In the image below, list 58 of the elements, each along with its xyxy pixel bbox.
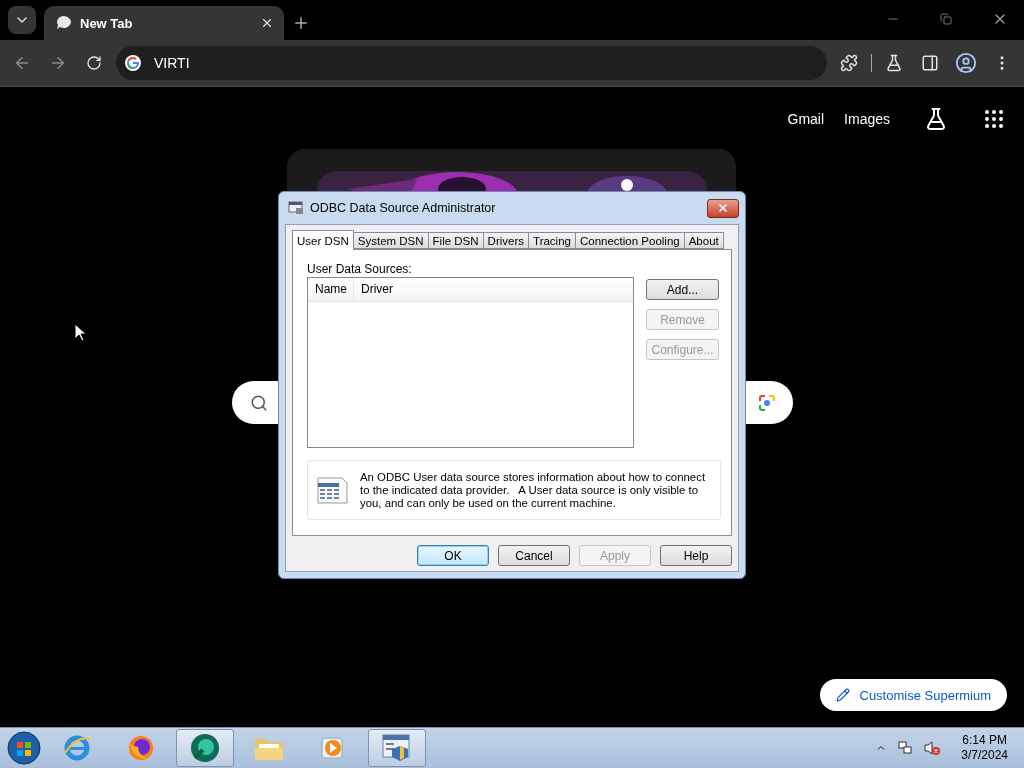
table-document-icon: [317, 475, 348, 505]
start-orb-icon[interactable]: [6, 730, 42, 766]
info-text: An ODBC User data source stores information about how to connect to the indicated data provider. A User data source is only visible to you, and can only be used on the current machine.: [360, 470, 707, 510]
clock-date: 3/7/2024: [961, 748, 1008, 763]
search-icon: [250, 393, 268, 412]
dialog-button[interactable]: Cancel: [498, 545, 570, 566]
dialog-tab[interactable]: User DSN: [292, 230, 354, 250]
back-icon[interactable]: [13, 54, 31, 72]
browser-tab[interactable]: New Tab: [44, 6, 284, 40]
dialog-tab[interactable]: Tracing: [528, 232, 576, 249]
dialog-tab[interactable]: Drivers: [482, 232, 530, 249]
close-icon: [717, 202, 729, 214]
column-header[interactable]: Driver: [354, 278, 633, 301]
close-tab-icon[interactable]: [260, 16, 274, 30]
profile-icon[interactable]: [955, 52, 977, 74]
address-text: VIRTI: [154, 55, 190, 71]
reload-icon[interactable]: [86, 55, 102, 71]
fox-globe-icon: [126, 733, 156, 763]
side-panel-icon[interactable]: [921, 54, 939, 72]
restore-icon[interactable]: [940, 13, 952, 25]
tab-search-button[interactable]: [8, 6, 36, 34]
dialog-title: ODBC Data Source Administrator: [310, 201, 497, 215]
pencil-icon: [835, 688, 850, 702]
header-link[interactable]: Images: [844, 111, 890, 127]
column-header[interactable]: Name: [308, 278, 354, 301]
header-link[interactable]: Gmail: [787, 111, 825, 127]
browser-e-icon: [62, 733, 92, 763]
tab-title: New Tab: [80, 15, 134, 31]
chat-bubble-icon: [56, 15, 72, 31]
dialog-tab[interactable]: Connection Pooling: [574, 232, 685, 249]
data-source-list[interactable]: Name Driver: [307, 277, 634, 448]
customise-button[interactable]: Customise Supermium: [819, 679, 1007, 711]
clock-time: 6:14 PM: [962, 733, 1007, 748]
extensions-icon[interactable]: [840, 54, 858, 72]
group-label: User Data Sources:: [307, 262, 413, 276]
flask-icon[interactable]: [885, 54, 903, 72]
new-tab-icon[interactable]: [292, 14, 310, 32]
muted-speaker-icon[interactable]: [923, 740, 942, 756]
close-button[interactable]: [707, 198, 739, 218]
side-button[interactable]: Add...: [646, 279, 719, 300]
dialog-tab[interactable]: About: [683, 232, 724, 249]
taskbar-button[interactable]: [368, 729, 426, 767]
apps-grid-icon[interactable]: [982, 107, 1006, 131]
forward-icon[interactable]: [49, 54, 67, 72]
dialog-button[interactable]: Help: [660, 545, 732, 566]
taskbar-button[interactable]: [176, 729, 234, 767]
dialog-button[interactable]: OK: [417, 545, 489, 566]
mouse-cursor-icon: [74, 323, 86, 342]
dialog-tab[interactable]: System DSN: [352, 232, 429, 249]
address-bar[interactable]: VIRTI: [116, 46, 827, 80]
g-logo-icon: [124, 54, 142, 72]
database-window-icon: [288, 201, 304, 215]
network-icon[interactable]: [897, 740, 914, 756]
dialog-tab[interactable]: File DSN: [427, 232, 484, 249]
globe-swirl-icon: [189, 732, 221, 764]
clock[interactable]: 6:14 PM 3/7/2024: [961, 733, 1008, 763]
camera-lens-icon[interactable]: [757, 392, 777, 413]
flask-icon[interactable]: [924, 107, 948, 131]
